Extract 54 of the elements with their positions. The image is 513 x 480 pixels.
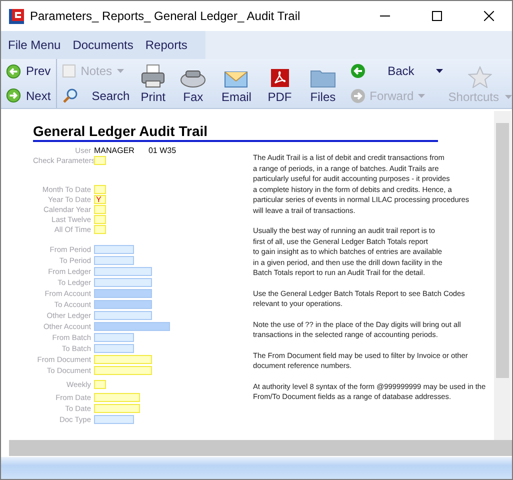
input-field[interactable]: [94, 267, 152, 276]
input-field[interactable]: [94, 256, 134, 265]
caret-icon: [436, 69, 444, 74]
input-field[interactable]: [94, 366, 152, 375]
input-field[interactable]: [94, 300, 152, 309]
pdf-icon: [270, 68, 290, 88]
caret-icon: [418, 94, 425, 98]
pdf-button[interactable]: PDF: [258, 59, 302, 108]
note-icon: [62, 64, 76, 78]
files-button[interactable]: Files: [301, 59, 345, 108]
menu-item[interactable]: File Menu: [8, 38, 61, 52]
input-field[interactable]: [94, 393, 140, 402]
input-field[interactable]: [94, 311, 152, 320]
menu-item[interactable]: Reports: [145, 38, 188, 52]
window-title: Parameters_ Reports_ General Ledger_ Audit Trail: [30, 9, 302, 23]
print-button[interactable]: Print: [134, 59, 172, 108]
checkbox[interactable]: [94, 156, 106, 164]
checkbox[interactable]: [94, 204, 106, 214]
checkbox[interactable]: [94, 224, 106, 234]
checkbox[interactable]: [94, 380, 106, 388]
period-value: 01 W35: [148, 146, 176, 154]
fax-button[interactable]: Fax: [172, 59, 215, 108]
search-icon: [62, 88, 78, 104]
checkbox[interactable]: [94, 184, 106, 194]
printer-icon: [140, 64, 166, 88]
close-icon: [484, 11, 494, 21]
caret-icon: [505, 95, 512, 99]
form-title: General Ledger Audit Trail: [33, 123, 438, 142]
folder-icon: [310, 68, 336, 88]
input-field[interactable]: [94, 245, 134, 254]
input-field[interactable]: [94, 344, 134, 353]
input-field[interactable]: [94, 322, 170, 331]
email-button[interactable]: Email: [214, 59, 258, 108]
horizontal-scrollbar[interactable]: [9, 440, 512, 456]
maximize-icon: [432, 11, 442, 21]
input-field[interactable]: [94, 289, 152, 298]
checkbox[interactable]: Y: [94, 194, 106, 204]
input-field[interactable]: [94, 355, 152, 364]
input-field[interactable]: [94, 278, 152, 287]
input-field[interactable]: [94, 333, 134, 342]
input-field[interactable]: [94, 415, 134, 424]
search-button[interactable]: Search: [60, 86, 132, 106]
star-icon: [468, 66, 492, 88]
checkbox[interactable]: [94, 214, 106, 224]
fax-icon: [180, 68, 206, 88]
input-field[interactable]: [94, 404, 140, 413]
caret-icon: [117, 69, 124, 74]
prev-button[interactable]: Prev: [4, 61, 53, 82]
scrollbar[interactable]: [494, 111, 511, 440]
next-button[interactable]: Next: [4, 86, 53, 106]
app-logo-icon: [9, 8, 24, 24]
user-name: MANAGER: [94, 146, 134, 154]
back-button[interactable]: Back: [348, 61, 446, 82]
menu-item[interactable]: Documents: [72, 38, 134, 52]
